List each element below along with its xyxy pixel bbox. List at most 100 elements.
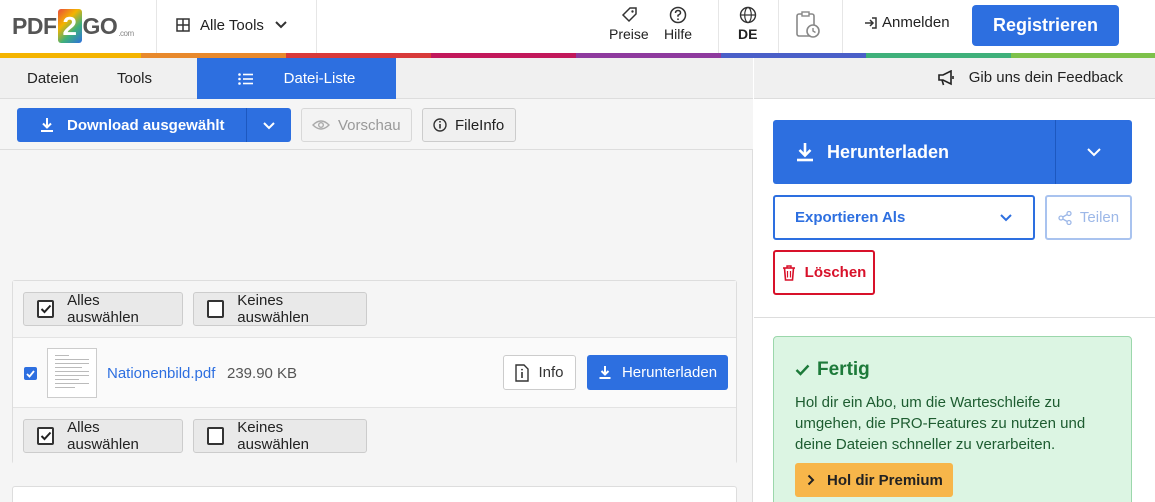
- download-icon: [598, 365, 612, 380]
- language-label: DE: [738, 26, 758, 42]
- file-row: Nationenbild.pdf 239.90 KB Info Herunter…: [13, 337, 736, 408]
- grid-icon: [176, 18, 190, 32]
- download-split-button: Herunterladen: [773, 120, 1132, 184]
- lower-content-box: [12, 486, 737, 502]
- done-message: Hol dir ein Abo, um die Warteschleife zu…: [795, 394, 1086, 453]
- file-panel: Dateien Tools Datei-Liste Download ausge…: [0, 58, 753, 502]
- header-divider: [778, 0, 779, 53]
- export-as-dropdown[interactable]: Exportieren Als: [773, 195, 1035, 240]
- top-header: PDF 2 GO .com Alle Tools Preise Hilfe DE: [0, 0, 1155, 53]
- preview-button[interactable]: Vorschau: [301, 108, 412, 142]
- login-label: Anmelden: [882, 14, 950, 31]
- feedback-label: Gib uns dein Feedback: [968, 69, 1123, 86]
- delete-button[interactable]: Löschen: [773, 250, 875, 295]
- preview-label: Vorschau: [338, 116, 401, 134]
- panel-divider: [754, 317, 1155, 318]
- chevron-down-icon: [274, 20, 288, 30]
- export-as-label: Exportieren Als: [795, 209, 906, 226]
- download-dropdown-button[interactable]: [1055, 120, 1132, 184]
- download-selected-split-button: Download ausgewählt: [17, 108, 291, 142]
- logo-text-pdf: PDF: [12, 12, 57, 39]
- feedback-bar: Gib uns dein Feedback: [754, 58, 1155, 99]
- file-thumbnail[interactable]: [47, 348, 97, 398]
- done-title-label: Fertig: [817, 359, 870, 380]
- tab-file-list[interactable]: Datei-Liste: [197, 58, 396, 99]
- select-all-button[interactable]: Alles auswählen: [23, 292, 183, 326]
- login-link[interactable]: Anmelden: [864, 14, 950, 31]
- action-panel: Gib uns dein Feedback Herunterladen Expo…: [754, 58, 1155, 502]
- chevron-down-icon: [999, 213, 1013, 222]
- chevron-down-icon: [262, 121, 276, 130]
- register-button[interactable]: Registrieren: [972, 5, 1119, 46]
- list-icon: [237, 72, 254, 85]
- select-none-label: Keines auswählen: [237, 292, 310, 326]
- file-size: 239.90 KB: [227, 365, 298, 382]
- logo-text-two: 2: [57, 9, 82, 43]
- download-icon: [39, 117, 55, 133]
- delete-label: Löschen: [804, 264, 867, 281]
- done-title: Fertig: [795, 359, 870, 381]
- download-button[interactable]: Herunterladen: [773, 120, 1055, 184]
- trash-icon: [782, 264, 796, 281]
- file-download-button[interactable]: Herunterladen: [587, 355, 728, 390]
- tab-tools[interactable]: Tools: [117, 58, 152, 99]
- select-none-button[interactable]: Keines auswählen: [193, 292, 367, 326]
- megaphone-icon: [937, 69, 955, 86]
- file-info-button[interactable]: Info: [503, 355, 576, 390]
- select-all-label: Alles auswählen: [67, 292, 139, 326]
- logo-text-com: .com: [118, 29, 134, 38]
- selection-controls-bottom: Alles auswählen Keines auswählen: [13, 408, 736, 464]
- get-premium-label: Hol dir Premium: [827, 471, 943, 489]
- download-icon: [794, 141, 816, 163]
- info-circle-icon: [433, 118, 447, 132]
- checkmark-icon: [795, 364, 810, 376]
- eye-icon: [312, 119, 330, 131]
- file-download-label: Herunterladen: [621, 364, 718, 381]
- file-checkbox[interactable]: [24, 367, 37, 380]
- fileinfo-label: FileInfo: [455, 116, 505, 134]
- checkbox-checked-icon: [37, 427, 55, 445]
- logo-text-go: GO: [82, 12, 118, 39]
- share-label: Teilen: [1079, 209, 1120, 226]
- select-all-label: Alles auswählen: [67, 419, 139, 453]
- file-name-link[interactable]: Nationenbild.pdf: [107, 365, 215, 382]
- get-premium-button[interactable]: Hol dir Premium: [795, 463, 953, 497]
- download-label: Herunterladen: [827, 141, 950, 162]
- download-selected-label: Download ausgewählt: [67, 116, 225, 134]
- selection-controls-top: Alles auswählen Keines auswählen: [13, 281, 736, 337]
- tag-icon: [620, 6, 638, 24]
- select-all-button[interactable]: Alles auswählen: [23, 419, 183, 453]
- download-options-button[interactable]: [246, 108, 291, 142]
- file-info-label: Info: [538, 364, 564, 381]
- language-selector[interactable]: DE: [738, 6, 757, 42]
- header-divider: [718, 0, 719, 53]
- tab-files[interactable]: Dateien: [27, 58, 79, 99]
- chevron-down-icon: [1086, 147, 1102, 157]
- checkbox-empty-icon: [207, 300, 225, 318]
- prices-link[interactable]: Preise: [609, 6, 649, 42]
- question-icon: [669, 6, 687, 24]
- checkbox-empty-icon: [207, 427, 225, 445]
- select-none-label: Keines auswählen: [237, 419, 310, 453]
- all-tools-menu[interactable]: Alle Tools: [176, 13, 288, 37]
- all-tools-label: Alle Tools: [200, 16, 264, 34]
- download-selected-button[interactable]: Download ausgewählt: [17, 108, 246, 142]
- globe-icon: [739, 6, 757, 24]
- clipboard-clock-icon: [794, 10, 822, 40]
- header-divider: [156, 0, 157, 53]
- share-button[interactable]: Teilen: [1045, 195, 1132, 240]
- help-link[interactable]: Hilfe: [664, 6, 692, 42]
- header-divider: [842, 0, 843, 53]
- select-none-button[interactable]: Keines auswählen: [193, 419, 367, 453]
- file-info-icon: [515, 363, 530, 382]
- login-icon: [864, 16, 878, 30]
- tab-file-list-label: Datei-Liste: [283, 70, 356, 87]
- header-divider: [316, 0, 317, 53]
- fileinfo-button[interactable]: FileInfo: [422, 108, 516, 142]
- pdf2go-logo[interactable]: PDF 2 GO .com: [12, 6, 134, 46]
- history-button[interactable]: [794, 10, 822, 40]
- done-notice: Fertig Hol dir ein Abo, um die Warteschl…: [773, 336, 1132, 502]
- panel-tabs: Dateien Tools Datei-Liste: [0, 58, 753, 99]
- feedback-link[interactable]: Gib uns dein Feedback: [937, 69, 1123, 86]
- prices-label: Preise: [609, 26, 649, 42]
